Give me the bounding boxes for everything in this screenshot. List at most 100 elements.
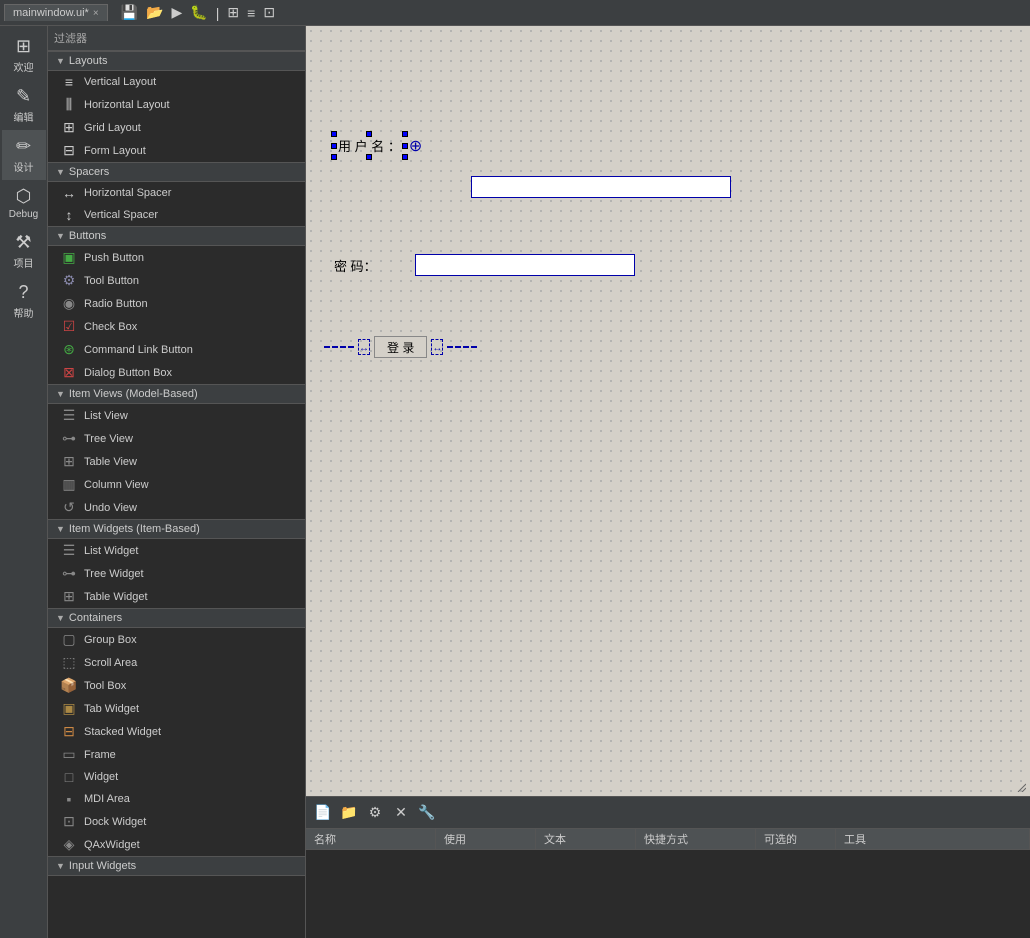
widget-tree-widget[interactable]: ⊶ Tree Widget — [48, 562, 305, 585]
widget-table-view[interactable]: ⊞ Table View — [48, 450, 305, 473]
widget-tree-view[interactable]: ⊶ Tree View — [48, 427, 305, 450]
undo-view-icon: ↺ — [60, 499, 78, 516]
section-buttons[interactable]: ▼ Buttons — [48, 226, 305, 246]
design-canvas[interactable]: 用 户 名 ： ⊕ 密 码： ↔ — [306, 26, 1030, 796]
bottom-bar-icon-1[interactable]: 📄 — [312, 802, 334, 824]
toolbar-save-icon[interactable]: 💾 — [118, 2, 141, 23]
section-item-widgets[interactable]: ▼ Item Widgets (Item-Based) — [48, 519, 305, 539]
help-icon: ? — [18, 282, 28, 303]
widget-radio-button[interactable]: ◉ Radio Button — [48, 292, 305, 315]
widget-horizontal-spacer[interactable]: ↔ Horizontal Spacer — [48, 182, 305, 204]
handle-tr[interactable] — [402, 131, 408, 137]
widget-form-layout[interactable]: ⊟ Form Layout — [48, 139, 305, 162]
sidebar-item-welcome[interactable]: ⊞ 欢迎 — [2, 30, 46, 80]
section-spacers[interactable]: ▼ Spacers — [48, 162, 305, 182]
qaxwidget-icon: ◈ — [60, 836, 78, 853]
sidebar-item-help[interactable]: ? 帮助 — [2, 276, 46, 326]
toolbar-debug-icon[interactable]: 🐛 — [187, 2, 210, 23]
toolbar-layout-icon[interactable]: ⊞ — [224, 2, 242, 23]
bottom-bar-icon-2[interactable]: 📁 — [338, 802, 360, 824]
canvas-bottom-bar: 📄 📁 ⚙ ✕ 🔧 — [306, 796, 1030, 828]
bottom-bar-icon-3[interactable]: ⚙ — [364, 802, 386, 824]
bottom-bar-icon-5[interactable]: 🔧 — [416, 802, 438, 824]
widget-column-view[interactable]: ▥ Column View — [48, 473, 305, 496]
widget-dock-widget[interactable]: ⊡ Dock Widget — [48, 810, 305, 833]
widget-dialog-button-box[interactable]: ⊠ Dialog Button Box — [48, 361, 305, 384]
input-widgets-label: Input Widgets — [69, 860, 136, 872]
widget-list-view[interactable]: ☰ List View — [48, 404, 305, 427]
widget-mdi-area[interactable]: ▪ MDI Area — [48, 788, 305, 810]
filter-bar: 过滤器 — [48, 26, 305, 51]
list-widget-label: List Widget — [84, 545, 138, 557]
bottom-bar-icon-4[interactable]: ✕ — [390, 802, 412, 824]
widget-check-box[interactable]: ☑ Check Box — [48, 315, 305, 338]
bottom-table-body — [306, 850, 1030, 938]
handle-mr[interactable] — [402, 143, 408, 149]
widget-frame[interactable]: ▭ Frame — [48, 743, 305, 766]
dock-widget-label: Dock Widget — [84, 816, 146, 828]
password-input[interactable] — [415, 254, 635, 276]
widget-push-button[interactable]: ▣ Push Button — [48, 246, 305, 269]
widget-tool-button[interactable]: ⚙ Tool Button — [48, 269, 305, 292]
section-layouts[interactable]: ▼ Layouts — [48, 51, 305, 71]
section-input-widgets[interactable]: ▼ Input Widgets — [48, 856, 305, 876]
widget-list-widget[interactable]: ☰ List Widget — [48, 539, 305, 562]
sidebar-item-edit[interactable]: ✎ 编辑 — [2, 80, 46, 130]
handle-tm[interactable] — [366, 131, 372, 137]
file-tab[interactable]: mainwindow.ui* × — [4, 4, 108, 21]
col-name: 名称 — [306, 829, 436, 849]
horizontal-spacer-icon: ↔ — [60, 185, 78, 201]
tree-view-label: Tree View — [84, 433, 133, 445]
handle-bm[interactable] — [366, 154, 372, 160]
toolbar-icons: 💾 📂 ▶ 🐛 | ⊞ ≡ ⊡ — [118, 2, 278, 23]
widget-widget[interactable]: □ Widget — [48, 766, 305, 788]
password-label: 密 码： — [334, 256, 377, 275]
stacked-widget-icon: ⊟ — [60, 723, 78, 740]
toolbar-run-icon[interactable]: ▶ — [169, 2, 186, 23]
handle-bl[interactable] — [331, 154, 337, 160]
handle-ml[interactable] — [331, 143, 337, 149]
username-label-selected[interactable]: 用 户 名 ： — [334, 134, 405, 157]
widget-tool-box[interactable]: 📦 Tool Box — [48, 674, 305, 697]
widget-vertical-spacer[interactable]: ↕ Vertical Spacer — [48, 204, 305, 226]
section-containers[interactable]: ▼ Containers — [48, 608, 305, 628]
col-optional: 可选的 — [756, 829, 836, 849]
widget-undo-view[interactable]: ↺ Undo View — [48, 496, 305, 519]
item-widgets-label: Item Widgets (Item-Based) — [69, 523, 200, 535]
spacers-arrow: ▼ — [56, 167, 65, 177]
file-tab-close[interactable]: × — [93, 8, 99, 19]
horizontal-layout-icon: ⫼ — [60, 96, 78, 113]
vertical-layout-icon: ≡ — [60, 74, 78, 90]
widget-command-link-button[interactable]: ⊛ Command Link Button — [48, 338, 305, 361]
widget-group-box[interactable]: ▢ Group Box — [48, 628, 305, 651]
widget-vertical-layout[interactable]: ≡ Vertical Layout — [48, 71, 305, 93]
toolbar-sep1: | — [213, 3, 223, 23]
toolbar-align-icon[interactable]: ≡ — [244, 3, 258, 23]
vertical-spacer-icon: ↕ — [60, 207, 78, 223]
sidebar-item-project[interactable]: ⚒ 项目 — [2, 226, 46, 276]
widget-scroll-area[interactable]: ⬚ Scroll Area — [48, 651, 305, 674]
dock-widget-icon: ⊡ — [60, 813, 78, 830]
widget-qaxwidget[interactable]: ◈ QAxWidget — [48, 833, 305, 856]
toolbar-grid-icon[interactable]: ⊡ — [260, 2, 278, 23]
widget-table-widget[interactable]: ⊞ Table Widget — [48, 585, 305, 608]
section-item-views[interactable]: ▼ Item Views (Model-Based) — [48, 384, 305, 404]
form-layout-label: Form Layout — [84, 145, 146, 157]
tab-widget-icon: ▣ — [60, 700, 78, 717]
sidebar-item-label-help: 帮助 — [14, 305, 34, 320]
sidebar-item-design[interactable]: ✏ 设计 — [2, 130, 46, 180]
mdi-area-label: MDI Area — [84, 793, 130, 805]
handle-br[interactable] — [402, 154, 408, 160]
widget-horizontal-layout[interactable]: ⫼ Horizontal Layout — [48, 93, 305, 116]
handle-tl[interactable] — [331, 131, 337, 137]
widget-grid-layout[interactable]: ⊞ Grid Layout — [48, 116, 305, 139]
top-toolbar: mainwindow.ui* × 💾 📂 ▶ 🐛 | ⊞ ≡ ⊡ — [0, 0, 1030, 26]
widget-tab-widget[interactable]: ▣ Tab Widget — [48, 697, 305, 720]
bottom-table-header: 名称 使用 文本 快捷方式 可选的 工具 — [306, 829, 1030, 850]
login-button[interactable]: 登 录 — [374, 336, 427, 358]
username-input[interactable] — [471, 176, 731, 198]
resize-handle[interactable] — [1014, 780, 1026, 792]
widget-stacked-widget[interactable]: ⊟ Stacked Widget — [48, 720, 305, 743]
sidebar-item-debug[interactable]: ⬡ Debug — [2, 180, 46, 226]
toolbar-open-icon[interactable]: 📂 — [143, 2, 166, 23]
